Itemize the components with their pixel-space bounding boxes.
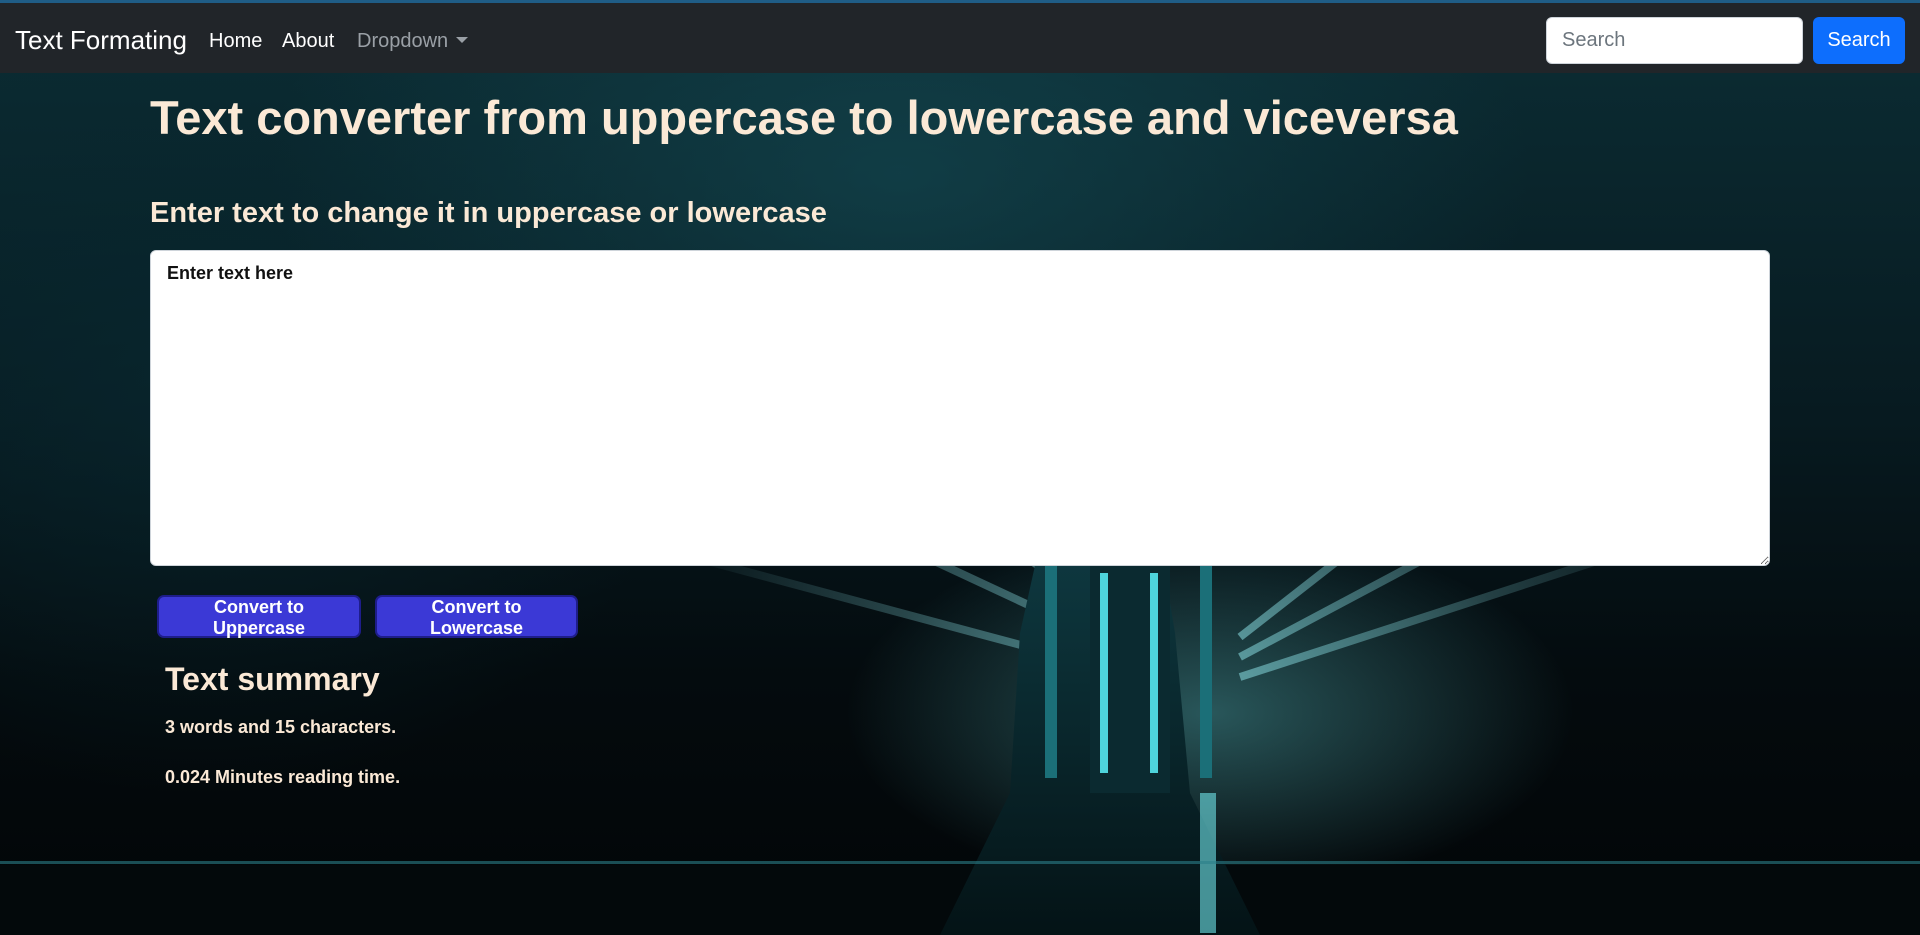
navbar: Text Formating Home About Dropdown Searc… (0, 3, 1920, 73)
search-input[interactable] (1546, 17, 1803, 64)
nav-dropdown[interactable]: Dropdown (357, 29, 469, 53)
search-button[interactable]: Search (1813, 17, 1905, 64)
nav-home[interactable]: Home (209, 29, 262, 53)
textarea-heading: Enter text to change it in uppercase or … (150, 197, 827, 229)
brand-link[interactable]: Text Formating (15, 25, 187, 55)
nav-dropdown-label: Dropdown (357, 30, 449, 52)
reading-time: 0.024 Minutes reading time. (165, 767, 401, 787)
nav-about[interactable]: About (282, 29, 334, 53)
chevron-down-icon (456, 37, 469, 43)
page-title: Text converter from uppercase to lowerca… (150, 91, 1458, 144)
convert-lowercase-button[interactable]: Convert to Lowercase (375, 595, 578, 638)
summary-title: Text summary (165, 661, 380, 697)
text-input-area[interactable] (150, 250, 1770, 566)
word-char-count: 3 words and 15 characters. (165, 717, 397, 737)
hero-background: Text converter from uppercase to lowerca… (0, 73, 1920, 935)
convert-uppercase-button[interactable]: Convert to Uppercase (157, 595, 361, 638)
